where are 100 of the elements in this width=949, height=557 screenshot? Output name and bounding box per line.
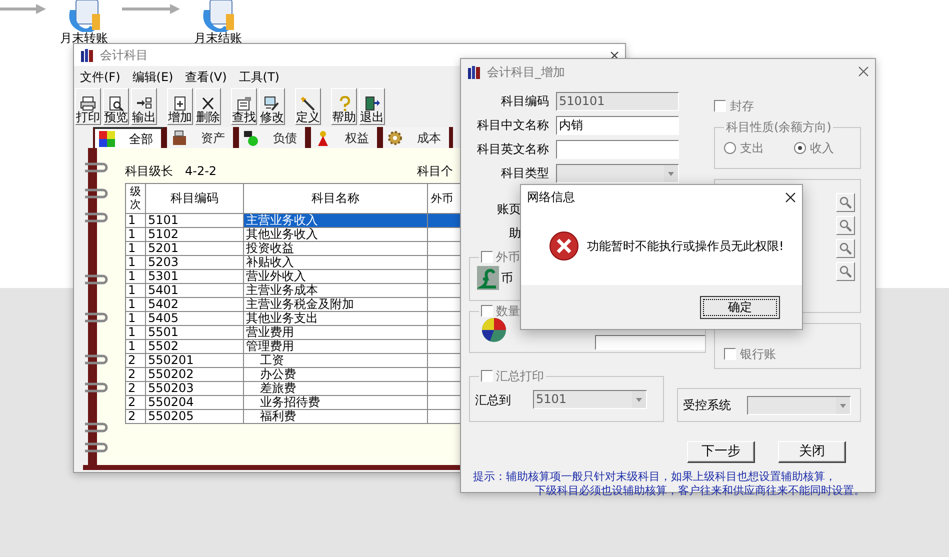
field-label: 汇总到 [475,392,511,408]
toolbar-button[interactable]: 删除 [195,88,221,125]
page-magnifier-icon [108,96,124,111]
menu-item[interactable]: 文件(F) [80,68,120,84]
lookup-button[interactable] [836,262,855,281]
table-cell[interactable]: 工资 [244,354,428,368]
lookup-button[interactable] [836,216,855,235]
books-icon [80,48,94,62]
checkbox-label[interactable]: 银行账 [740,345,776,363]
count-label: 科目个 [417,163,453,180]
input-field[interactable] [556,140,679,158]
column-header: 级次 [130,186,141,211]
table-cell[interactable]: 主营业务成本 [244,284,428,298]
table-cell: 1 [126,312,146,326]
table-cell: 2 [126,410,146,424]
level-length-label: 科目级长 [125,163,173,180]
ok-button[interactable]: 确定 [700,296,780,318]
lookup-button[interactable] [836,239,855,258]
table-cell: 5502 [146,340,244,354]
close-icon[interactable] [610,50,619,60]
table-cell[interactable]: 福利费 [244,410,428,424]
table-cell: 2 [126,368,146,382]
tab[interactable]: 资产 [165,127,237,148]
dialog-button[interactable]: 下一步 [687,441,755,463]
table-cell: 550202 [146,368,244,382]
arrow-icon [122,4,182,14]
tab[interactable]: 权益 [309,127,381,148]
table-cell[interactable]: 补贴收入 [244,256,428,270]
toolbar-button[interactable]: 预览 [103,88,129,125]
table-cell[interactable]: 管理费用 [244,340,428,354]
close-icon[interactable] [785,192,796,202]
toolbar-button[interactable]: 增加 [167,88,193,125]
gear-icon [387,130,403,146]
toolbar-button[interactable]: 修改 [259,88,285,125]
menu-item[interactable]: 查看(V) [185,68,227,84]
table-cell[interactable]: 主营业务税金及附加 [244,298,428,312]
radio-button[interactable] [794,142,806,154]
table-cell: 1 [126,340,146,354]
tab[interactable]: 负债 [237,127,309,148]
arrow-box-icon [136,96,152,111]
table-cell: 5203 [146,256,244,270]
field-label: 科目英文名称 [476,141,549,158]
search-icon [839,265,852,278]
ball-icon [243,130,259,146]
menu-item[interactable]: 编辑(E) [132,68,174,84]
lookup-button[interactable] [836,193,855,212]
message-box-title: 网络信息 [527,189,575,206]
table-cell: 2 [126,382,146,396]
toolbar-button[interactable]: 查找 [231,88,257,125]
shortcut-label[interactable]: 月末转账 [60,32,108,45]
menu-item[interactable]: 工具(T) [238,68,280,84]
toolbar-button[interactable]: 打印 [75,88,101,125]
search-icon [839,196,852,209]
checkbox[interactable] [481,251,493,263]
toolbar-button[interactable]: 输出 [131,88,157,125]
table-cell[interactable]: 其他业务收入 [244,228,428,242]
table-cell[interactable]: 其他业务支出 [244,312,428,326]
input-field[interactable]: 内销 [556,116,679,134]
table-cell: 550205 [146,410,244,424]
radio-label[interactable]: 收入 [810,139,834,157]
toolbar-button[interactable]: 退出 [359,88,385,125]
radio-label[interactable]: 支出 [740,139,764,157]
column-header: 科目名称 [244,184,428,214]
table-cell: 550201 [146,354,244,368]
door-icon [364,96,380,111]
dialog-button[interactable]: 关闭 [778,441,846,463]
checkbox[interactable] [714,100,726,112]
input-field: 510101 [556,92,679,110]
field-label: 助 [508,225,521,242]
radio-button[interactable] [724,142,736,154]
input-field[interactable] [595,335,706,350]
table-cell[interactable]: 业务招待费 [244,396,428,410]
calendar-icon[interactable] [200,0,236,32]
toolbar-button[interactable]: 帮助 [331,88,357,125]
checkbox[interactable] [481,305,493,317]
table-cell[interactable]: 主营业务收入 [244,214,428,228]
tab[interactable]: 成本 [381,127,453,148]
checkbox[interactable] [724,348,736,360]
table-cell[interactable]: 营业费用 [244,326,428,340]
table-cell[interactable]: 差旅费 [244,382,428,396]
pie-chart-icon [481,317,507,343]
table-cell: 2 [126,354,146,368]
printer-icon [80,96,96,111]
shortcut-label[interactable]: 月末结账 [194,32,242,45]
checkbox-label[interactable]: 封存 [730,97,754,115]
table-cell[interactable]: 营业外收入 [244,270,428,284]
table-cell: 5301 [146,270,244,284]
field-label: 科目类型 [500,165,549,182]
table-cell[interactable]: 办公费 [244,368,428,382]
search-icon [839,242,852,255]
checkbox[interactable] [481,370,493,382]
calendar-icon[interactable] [66,0,102,32]
monitor-pencil-icon [264,96,280,111]
toolbar-button[interactable]: 定义 [295,88,321,125]
books-icon [467,64,481,78]
document-icon [236,96,252,111]
table-cell: 5101 [146,214,244,228]
table-cell[interactable]: 投资收益 [244,242,428,256]
cross-icon [200,96,216,111]
tab[interactable]: 全部 [93,127,165,148]
